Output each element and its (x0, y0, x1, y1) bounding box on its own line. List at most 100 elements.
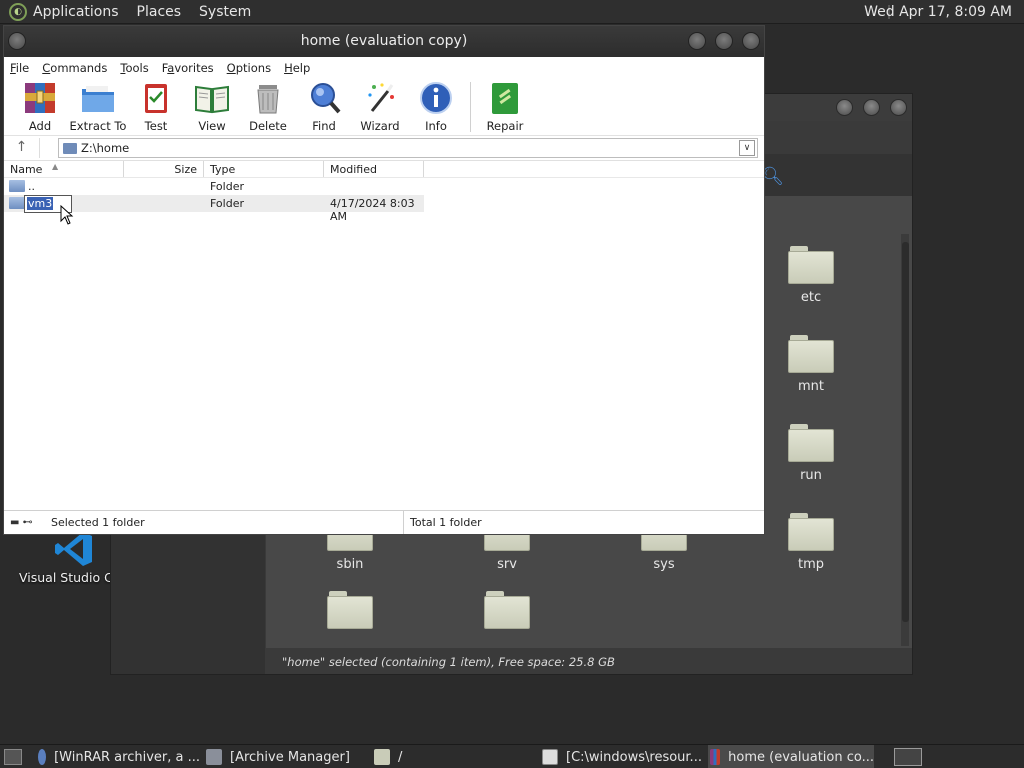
folder-run[interactable]: run (766, 424, 856, 483)
folder-icon (374, 749, 390, 765)
path-bar: ↑ Z:\home ∨ (4, 136, 764, 161)
add-label: Add (28, 119, 52, 133)
add-archive-icon (25, 83, 55, 113)
folder-icon (484, 591, 530, 629)
table-row-selected[interactable]: vm3 Folder 4/17/2024 8:03 AM (4, 195, 424, 225)
menu-favorites[interactable]: Favorites (162, 61, 214, 75)
task-winrar-archiver[interactable]: [WinRAR archiver, a ... (38, 745, 200, 768)
folder-icon (788, 246, 834, 284)
close-button[interactable] (890, 99, 907, 116)
status-total: Total 1 folder (410, 516, 482, 529)
toolbar-separator (470, 82, 471, 132)
folder-label: run (800, 468, 822, 483)
task-label: [C:\windows\resour... (566, 749, 702, 765)
repair-label: Repair (486, 119, 524, 133)
task-wine-explorer[interactable]: [C:\windows\resour... (542, 745, 702, 768)
wizard-button[interactable]: Wizard (352, 78, 408, 133)
desktop-icon-label: Visual Studio Code (19, 570, 114, 585)
view-book-icon (195, 85, 229, 114)
column-size[interactable]: Size (124, 161, 204, 177)
menu-options[interactable]: Options (227, 61, 271, 75)
wine-icon (542, 749, 558, 765)
info-icon (420, 82, 452, 114)
places-menu[interactable]: Places (137, 4, 182, 20)
folder-label: tmp (797, 557, 824, 572)
winrar-toolbar: Add Extract To Test View Delete Find Wiz… (4, 78, 764, 136)
menu-file[interactable]: File (10, 61, 29, 75)
view-button[interactable]: View (184, 78, 240, 133)
minimize-button[interactable] (836, 99, 853, 116)
folder-icon (788, 513, 834, 551)
column-type[interactable]: Type (204, 161, 324, 177)
status-selected: Selected 1 folder (51, 516, 145, 529)
system-menu[interactable]: System (199, 4, 251, 20)
repair-button[interactable]: Repair (477, 78, 533, 133)
repair-kit-icon (492, 83, 518, 114)
minimize-button[interactable] (688, 32, 706, 50)
folder-unnamed[interactable] (305, 591, 395, 629)
archive-manager-icon (206, 749, 222, 765)
trash-icon (257, 85, 279, 114)
winrar-window[interactable]: home (evaluation copy) File Commands Too… (3, 25, 765, 535)
view-label: View (198, 119, 226, 133)
file-list-header: Name ▲ Size Type Modified (4, 161, 764, 178)
file-list[interactable]: .. Folder vm3 Folder 4/17/2024 8:03 AM (4, 178, 764, 498)
menubar: File Commands Tools Favorites Options He… (4, 57, 764, 78)
delete-button[interactable]: Delete (240, 78, 296, 133)
folder-label: srv (497, 557, 517, 572)
workspace-switcher[interactable] (894, 748, 922, 766)
task-winrar-home[interactable]: home (evaluation co... (708, 745, 874, 768)
file-manager-scrollbar[interactable] (901, 234, 909, 646)
test-button[interactable]: Test (128, 78, 184, 133)
find-button[interactable]: Find (296, 78, 352, 133)
folder-label: sys (653, 557, 675, 572)
folder-mnt[interactable]: mnt (766, 335, 856, 394)
add-button[interactable]: Add (12, 78, 68, 133)
folder-label: mnt (798, 379, 824, 394)
row-name: .. (28, 180, 35, 193)
row-type: Folder (210, 180, 244, 193)
drive-folder-icon (63, 143, 77, 154)
row-modified: 4/17/2024 8:03 AM (330, 197, 415, 223)
browser-icon (38, 749, 47, 765)
column-modified[interactable]: Modified (324, 161, 424, 177)
up-arrow-icon[interactable]: ↑ (4, 138, 40, 158)
delete-label: Delete (249, 119, 287, 133)
find-magnifier-icon (311, 83, 341, 114)
info-button[interactable]: Info (408, 78, 464, 133)
folder-icon (327, 591, 373, 629)
task-label: / (398, 749, 403, 765)
mouse-pointer-icon (60, 205, 74, 225)
path-combobox[interactable]: Z:\home ∨ (58, 138, 758, 158)
folder-etc[interactable]: etc (766, 246, 856, 305)
menu-help[interactable]: Help (284, 61, 310, 75)
window-title: home (evaluation copy) (300, 33, 468, 49)
task-archive-manager[interactable]: [Archive Manager] (206, 745, 366, 768)
column-name[interactable]: Name ▲ (4, 161, 124, 177)
maximize-button[interactable] (715, 32, 733, 50)
task-root-folder[interactable]: / (374, 745, 534, 768)
folder-unnamed[interactable] (462, 591, 552, 629)
maximize-button[interactable] (863, 99, 880, 116)
winrar-icon (710, 749, 721, 765)
test-label: Test (144, 119, 168, 133)
path-text: Z:\home (81, 141, 130, 155)
table-row[interactable]: .. Folder (4, 178, 764, 195)
window-menu-button[interactable] (8, 32, 26, 50)
menu-commands[interactable]: Commands (42, 61, 107, 75)
scrollbar-thumb[interactable] (902, 242, 909, 622)
chevron-down-icon[interactable]: ∨ (739, 140, 755, 156)
clock[interactable]: Wed Apr 17, 8:09 AM (864, 4, 1012, 20)
distro-logo-icon[interactable]: ◐ (9, 2, 27, 21)
show-desktop-icon[interactable] (4, 749, 22, 765)
close-button[interactable] (742, 32, 760, 50)
task-label: [Archive Manager] (230, 749, 350, 765)
menu-tools[interactable]: Tools (120, 61, 148, 75)
applications-menu[interactable]: Applications (33, 4, 119, 20)
folder-label: etc (800, 290, 822, 305)
folder-tmp[interactable]: tmp (766, 513, 856, 572)
test-clipboard-icon (145, 84, 167, 113)
rename-text: vm3 (27, 197, 54, 210)
extract-to-button[interactable]: Extract To (68, 78, 128, 133)
winrar-titlebar[interactable]: home (evaluation copy) (4, 26, 764, 57)
